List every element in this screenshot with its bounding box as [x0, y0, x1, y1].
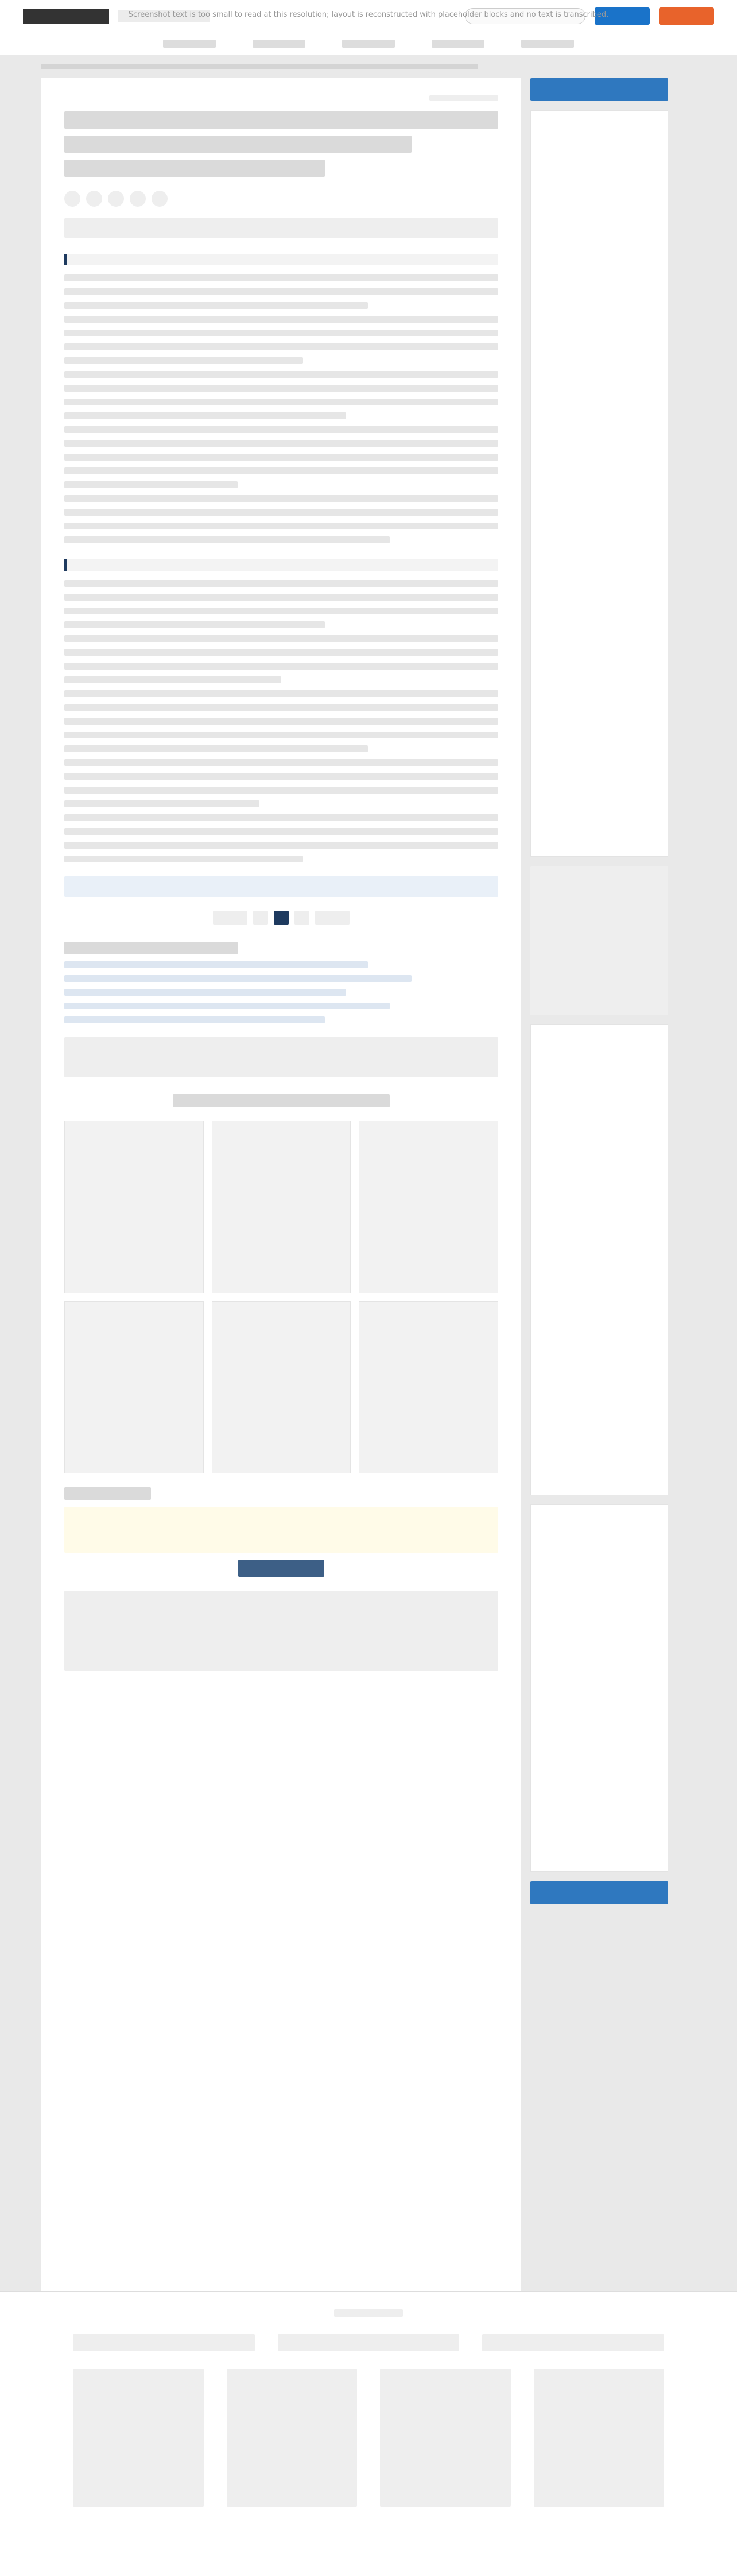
article-main — [41, 78, 521, 2323]
event-ranking — [530, 1024, 668, 1495]
comment-submit-button[interactable] — [238, 1560, 324, 1577]
pagination-page[interactable] — [253, 911, 268, 925]
nav-item[interactable] — [521, 39, 574, 48]
section-heading — [64, 254, 498, 265]
pagination-page[interactable] — [274, 911, 289, 925]
share-icon[interactable] — [64, 191, 80, 207]
share-icon[interactable] — [130, 191, 146, 207]
sidebar-ads[interactable] — [530, 866, 668, 1015]
recommended-link[interactable] — [64, 975, 412, 982]
footer-links — [73, 2369, 664, 2507]
related-content-grid — [64, 1121, 498, 1473]
recommended-link[interactable] — [64, 1003, 390, 1009]
article-date — [429, 95, 498, 101]
recommended-link[interactable] — [64, 1016, 325, 1023]
page-body — [0, 78, 737, 2323]
share-icon[interactable] — [108, 191, 124, 207]
content-card[interactable] — [359, 1121, 498, 1293]
footer-media-logos — [73, 2334, 665, 2351]
featured-comment — [64, 1591, 498, 1671]
pagination-next[interactable] — [315, 911, 350, 925]
content-card[interactable] — [211, 1301, 351, 1473]
share-icon[interactable] — [152, 191, 168, 207]
pagination-page[interactable] — [294, 911, 309, 925]
sidebar — [530, 78, 668, 2323]
content-card[interactable] — [64, 1301, 204, 1473]
sidebar-contact-button[interactable] — [530, 1881, 668, 1904]
related-content-heading — [173, 1094, 390, 1107]
content-card[interactable] — [211, 1121, 351, 1293]
recommended-heading — [64, 942, 238, 954]
tag-follow-bar[interactable] — [64, 218, 498, 238]
content-card[interactable] — [359, 1301, 498, 1473]
site-footer — [0, 2291, 737, 2576]
recommended-link[interactable] — [64, 961, 368, 968]
access-ranking — [530, 110, 668, 857]
comment-heading — [64, 1487, 152, 1500]
pagination — [64, 911, 498, 925]
share-bar — [64, 191, 498, 207]
section-heading — [64, 559, 498, 571]
nav-item[interactable] — [432, 39, 484, 48]
global-nav — [0, 32, 737, 55]
nav-item[interactable] — [342, 39, 395, 48]
related-tags[interactable] — [64, 1037, 498, 1077]
nav-item[interactable] — [253, 39, 305, 48]
content-card[interactable] — [64, 1121, 204, 1293]
latest-news — [530, 1504, 668, 1872]
recommended-link[interactable] — [64, 989, 347, 996]
comment-input[interactable] — [64, 1507, 498, 1553]
media-heading — [334, 2309, 403, 2317]
reconstruction-notice: Screenshot text is too small to read at … — [128, 10, 609, 19]
sidebar-banner[interactable] — [530, 78, 668, 101]
pagination-prev[interactable] — [213, 911, 247, 925]
next-page-banner[interactable] — [64, 876, 498, 897]
article-title — [64, 111, 498, 129]
share-icon[interactable] — [86, 191, 102, 207]
breadcrumb — [0, 55, 737, 78]
nav-item[interactable] — [163, 39, 216, 48]
